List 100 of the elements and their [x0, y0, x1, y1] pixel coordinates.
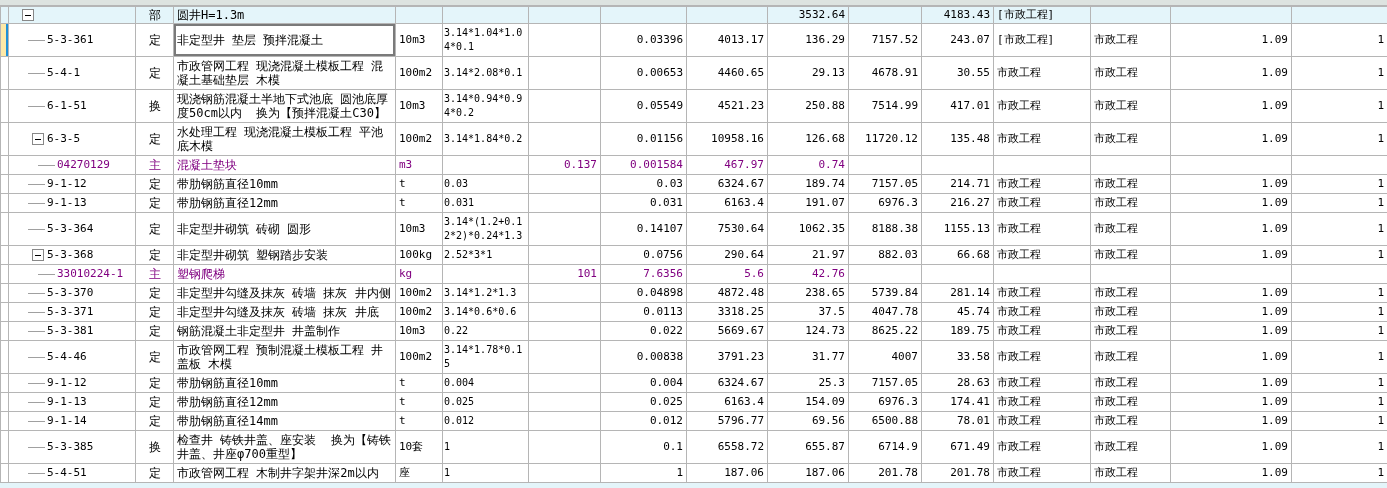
- table-cell: 0.1: [600, 430, 687, 464]
- tree-connector: [28, 72, 45, 74]
- table-cell: 1: [600, 463, 687, 483]
- table-cell: 201.78: [921, 463, 994, 483]
- table-cell: 201.78: [848, 463, 922, 483]
- table-cell: 671.49: [921, 430, 994, 464]
- table-cell: 3.14*(1.2+0.12*2)*0.24*1.3: [442, 212, 529, 246]
- collapse-toggle-icon[interactable]: [32, 249, 44, 261]
- table-cell: 10m3: [395, 321, 443, 341]
- table-cell: 1.09: [1170, 463, 1292, 483]
- table-cell: 124.73: [767, 321, 849, 341]
- table-cell: 定: [135, 283, 174, 303]
- tree-connector: [28, 420, 45, 422]
- table-cell: 11720.12: [848, 122, 922, 156]
- table-cell: 189.75: [921, 321, 994, 341]
- table-cell: 市政工程: [993, 212, 1091, 246]
- tree-connector: [28, 330, 45, 332]
- collapse-toggle-icon[interactable]: [32, 133, 44, 145]
- table-cell: 市政工程: [993, 283, 1091, 303]
- row-code: 5-3-368: [47, 248, 94, 262]
- table-cell: 66.68: [921, 245, 994, 265]
- row-indicator[interactable]: [0, 174, 9, 194]
- table-cell: 带肋钢筋直径10mm: [173, 373, 396, 393]
- table-cell: 市政工程: [1090, 56, 1171, 90]
- row-indicator[interactable]: [0, 430, 9, 464]
- row-code: 9-1-13: [47, 395, 87, 409]
- row-indicator[interactable]: [0, 411, 9, 431]
- table-cell: 882.03: [848, 245, 922, 265]
- row-code: 04270129: [57, 158, 110, 172]
- table-cell: 3.14*1.04*1.04*0.1: [442, 23, 529, 57]
- tree-connector: [28, 356, 45, 358]
- table-cell: 1.09: [1170, 430, 1292, 464]
- row-indicator[interactable]: [0, 283, 9, 303]
- table-cell: 定: [135, 411, 174, 431]
- table-cell: 187.06: [767, 463, 849, 483]
- table-cell: 290.64: [686, 245, 768, 265]
- table-cell: 0.03: [442, 174, 529, 194]
- row-indicator[interactable]: [0, 392, 9, 412]
- table-cell: 7157.05: [848, 373, 922, 393]
- table-cell: 100kg: [395, 245, 443, 265]
- table-cell: 1.09: [1170, 122, 1292, 156]
- table-cell: 1: [442, 463, 529, 483]
- row-code: 9-1-14: [47, 414, 87, 428]
- table-cell: m3: [395, 155, 443, 175]
- table-cell: 4678.91: [848, 56, 922, 90]
- row-indicator[interactable]: [0, 373, 9, 393]
- row-indicator[interactable]: [0, 56, 9, 90]
- row-indicator[interactable]: [0, 264, 9, 284]
- table-cell: 216.27: [921, 193, 994, 213]
- row-code: 9-1-12: [47, 177, 87, 191]
- table-cell: 0.031: [442, 193, 529, 213]
- row-code: 5-3-381: [47, 324, 94, 338]
- table-cell: 钢筋混凝土非定型井 井盖制作: [173, 321, 396, 341]
- row-code: 5-4-46: [47, 350, 87, 364]
- table-cell: 非定型井砌筑 塑钢踏步安装: [173, 245, 396, 265]
- tree-connector: [28, 228, 45, 230]
- table-cell: 101: [528, 264, 601, 284]
- table-cell: 定: [135, 373, 174, 393]
- table-cell: 市政工程: [1090, 23, 1171, 57]
- table-cell: 100m2: [395, 302, 443, 322]
- row-indicator[interactable]: [0, 245, 9, 265]
- row-indicator[interactable]: [0, 212, 9, 246]
- table-cell: 市政工程: [1090, 340, 1171, 374]
- table-cell: 243.07: [921, 23, 994, 57]
- tree-connector: [38, 273, 55, 275]
- collapse-toggle-icon[interactable]: [22, 9, 34, 21]
- table-cell: 4183.43: [921, 6, 994, 24]
- row-indicator[interactable]: [0, 193, 9, 213]
- table-cell: 座: [395, 463, 443, 483]
- row-indicator[interactable]: [0, 321, 9, 341]
- tree-connector: [28, 105, 45, 107]
- table-cell: [市政工程]: [993, 23, 1091, 57]
- row-indicator[interactable]: [0, 302, 9, 322]
- table-cell: 市政工程: [1090, 122, 1171, 156]
- table-cell: 154.09: [767, 392, 849, 412]
- tree-connector: [28, 292, 45, 294]
- table-cell: 42.76: [767, 264, 849, 284]
- row-indicator[interactable]: [0, 6, 9, 24]
- table-cell: 1: [442, 430, 529, 464]
- table-cell: 1.09: [1170, 245, 1292, 265]
- table-cell: 21.97: [767, 245, 849, 265]
- table-cell: 定: [135, 321, 174, 341]
- table-cell: 市政工程: [1090, 411, 1171, 431]
- table-cell: 1.09: [1170, 283, 1292, 303]
- table-cell: 10m3: [395, 212, 443, 246]
- table-cell: 0.14107: [600, 212, 687, 246]
- row-code: 33010224-1: [57, 267, 124, 281]
- table-cell: 检查井 铸铁井盖、座安装 换为【铸铁井盖、井座φ700重型】: [173, 430, 396, 464]
- table-cell: 10m3: [395, 23, 443, 57]
- row-indicator[interactable]: [0, 122, 9, 156]
- row-indicator[interactable]: [0, 155, 9, 175]
- row-indicator[interactable]: [0, 89, 9, 123]
- row-indicator[interactable]: [0, 23, 9, 57]
- table-cell: 0.05549: [600, 89, 687, 123]
- table-cell: 换: [135, 430, 174, 464]
- row-code: 5-3-385: [47, 440, 94, 454]
- row-indicator[interactable]: [0, 463, 9, 483]
- table-cell: 100m2: [395, 340, 443, 374]
- table-cell: 3.14*0.6*0.6: [442, 302, 529, 322]
- row-indicator[interactable]: [0, 340, 9, 374]
